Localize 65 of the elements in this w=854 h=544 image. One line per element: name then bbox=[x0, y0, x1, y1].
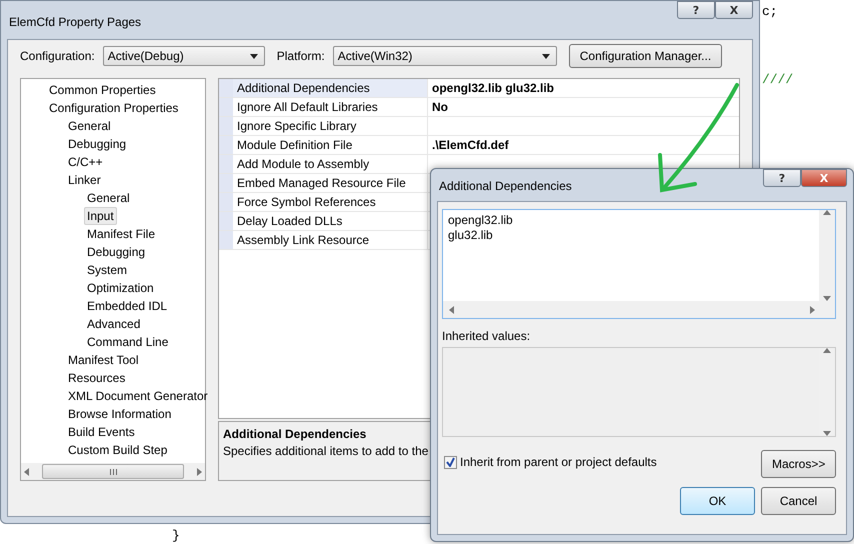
tree-item[interactable]: Command Line bbox=[84, 333, 172, 351]
property-value[interactable]: .\ElemCfd.def bbox=[428, 136, 739, 154]
horizontal-scrollbar[interactable] bbox=[443, 301, 835, 318]
tree-item[interactable]: Manifest File bbox=[84, 225, 158, 243]
help-button[interactable]: ? bbox=[677, 1, 715, 19]
vertical-scrollbar[interactable] bbox=[819, 210, 835, 301]
property-name[interactable]: Ignore All Default Libraries bbox=[219, 98, 428, 116]
window-title: ElemCfd Property Pages bbox=[9, 15, 142, 29]
dialog-title: Additional Dependencies bbox=[439, 179, 572, 193]
tree-item[interactable]: Configuration Properties bbox=[46, 99, 182, 117]
scroll-up-icon[interactable] bbox=[823, 210, 831, 215]
scroll-right-icon[interactable] bbox=[810, 306, 815, 314]
tree-item[interactable]: Build Events bbox=[65, 423, 138, 441]
tree-item[interactable]: Manifest Tool bbox=[65, 351, 142, 369]
tree-item[interactable]: Custom Build Step bbox=[65, 441, 170, 459]
tree-item[interactable]: C/C++ bbox=[65, 153, 106, 171]
tree-item[interactable]: Debugging bbox=[65, 135, 130, 153]
tree-item[interactable]: Common Properties bbox=[46, 81, 159, 99]
ok-button[interactable]: OK bbox=[680, 487, 755, 515]
close-button[interactable]: X bbox=[715, 1, 753, 19]
scroll-right-icon[interactable] bbox=[197, 468, 202, 476]
cancel-button[interactable]: Cancel bbox=[761, 487, 836, 515]
scroll-left-icon[interactable] bbox=[24, 468, 29, 476]
property-value[interactable]: opengl32.lib glu32.lib bbox=[428, 79, 739, 97]
caret-icon bbox=[250, 54, 258, 58]
horizontal-scrollbar[interactable] bbox=[21, 463, 205, 480]
code-text: } bbox=[172, 528, 180, 543]
tree-item[interactable]: Resources bbox=[65, 369, 128, 387]
tree-item[interactable]: Linker bbox=[65, 171, 104, 189]
description-title: Additional Dependencies bbox=[223, 427, 368, 441]
tree-item[interactable]: General bbox=[65, 117, 114, 135]
text-line: glu32.lib bbox=[448, 228, 494, 243]
scrollbar-thumb[interactable] bbox=[42, 464, 184, 479]
property-name[interactable]: Ignore Specific Library bbox=[219, 117, 428, 135]
caret-icon bbox=[542, 54, 550, 58]
checkbox-label: Inherit from parent or project defaults bbox=[460, 455, 657, 469]
tree-item[interactable]: Input bbox=[84, 207, 117, 225]
configuration-manager-button[interactable]: Configuration Manager... bbox=[568, 44, 722, 68]
tree-item[interactable]: XML Document Generator bbox=[65, 387, 211, 405]
property-name[interactable]: Module Definition File bbox=[219, 136, 428, 154]
property-name[interactable]: Additional Dependencies bbox=[219, 79, 428, 97]
macros-button[interactable]: Macros>> bbox=[761, 450, 836, 478]
dropdown[interactable]: Active(Debug) bbox=[102, 46, 265, 66]
text-line: opengl32.lib bbox=[448, 213, 514, 228]
property-value[interactable]: No bbox=[428, 98, 739, 116]
scroll-left-icon[interactable] bbox=[449, 306, 454, 314]
scroll-down-icon[interactable] bbox=[823, 431, 831, 436]
checkbox[interactable] bbox=[444, 456, 457, 468]
field-label: Configuration: bbox=[20, 49, 95, 63]
tree-item[interactable]: Debugging bbox=[84, 243, 148, 261]
code-text: //// bbox=[762, 72, 794, 87]
text-area[interactable]: opengl32.lib glu32.lib bbox=[442, 209, 836, 319]
tree-item[interactable]: System bbox=[84, 261, 130, 279]
field-label: Platform: bbox=[276, 49, 325, 63]
tree-item[interactable]: Optimization bbox=[84, 279, 157, 297]
help-button[interactable]: ? bbox=[763, 169, 801, 187]
description-text: Specifies additional items to add to the bbox=[223, 444, 430, 458]
tree-item[interactable]: Browse Information bbox=[65, 405, 174, 423]
dropdown[interactable]: Active(Win32) bbox=[332, 46, 557, 66]
scroll-up-icon[interactable] bbox=[823, 348, 831, 353]
tree-item[interactable]: Advanced bbox=[84, 315, 144, 333]
tree-item[interactable]: General bbox=[84, 189, 133, 207]
code-text: c; bbox=[762, 4, 778, 19]
tree-item[interactable]: Embedded IDL bbox=[84, 297, 170, 315]
inherited-values-label: Inherited values: bbox=[442, 329, 532, 345]
